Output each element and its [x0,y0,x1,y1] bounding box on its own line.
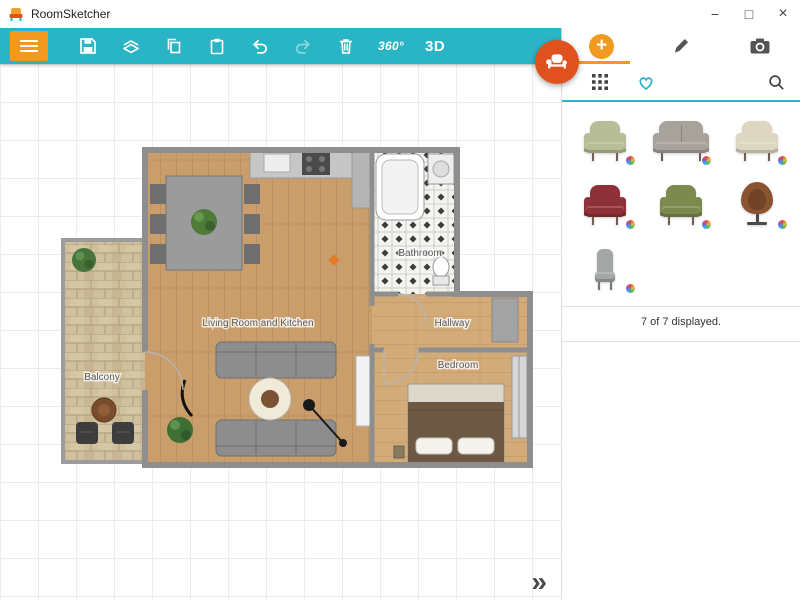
furniture-item-armchair-sage[interactable] [570,112,640,168]
plant-balcony[interactable] [72,248,96,272]
furniture-thumbnail [583,118,627,162]
furniture-thumbnail [587,246,623,290]
furniture-thumbnail [735,182,779,226]
app-icon [8,6,24,22]
grid-icon [592,74,608,90]
minimize-button[interactable]: − [698,0,732,28]
expand-panel-chevron[interactable]: » [531,568,547,596]
color-variants-dot [702,156,711,165]
arrange-layers-icon [121,36,141,56]
favorites-button[interactable] [636,73,656,91]
color-variants-dot [778,220,787,229]
view-3d-label: 3D [425,38,445,55]
furniture-grid [562,102,800,302]
heart-icon [636,73,656,91]
tab-edit[interactable] [641,28,720,64]
paste-icon [207,36,227,56]
right-panel: + [561,28,800,600]
save-icon [78,36,98,56]
bed[interactable] [394,384,504,462]
menu-button[interactable] [10,31,48,61]
furniture-item-armchair-olive[interactable] [646,176,716,232]
editor-column: 360° 3D [0,28,561,600]
furniture-thumbnail [735,118,779,162]
plus-icon: + [589,34,614,59]
results-count: 7 of 7 displayed. [562,307,800,337]
hamburger-icon [20,40,38,42]
search-button[interactable] [767,73,786,92]
view-360-button[interactable]: 360° [378,35,404,57]
save-button[interactable] [77,35,99,57]
color-variants-dot [626,284,635,293]
tab-camera[interactable] [721,28,800,64]
furniture-item-armchair-red[interactable] [570,176,640,232]
furniture-item-dining-chair-gray[interactable] [570,240,640,296]
plant-living[interactable] [167,417,193,443]
maximize-button[interactable]: □ [732,0,766,28]
divider [562,341,800,342]
furniture-category-button[interactable] [535,40,579,84]
room-label-bedroom: Bedroom [438,360,479,371]
search-icon [767,73,786,92]
furniture-item-sofa-gray[interactable] [646,112,716,168]
furniture-thumbnail [652,118,710,162]
camera-icon [749,37,771,55]
panel-subtabs [562,64,800,102]
close-button[interactable]: × [766,0,800,28]
color-variants-dot [778,156,787,165]
furniture-thumbnail [583,182,627,226]
armchair-icon [544,49,570,75]
view-3d-button[interactable]: 3D [425,35,445,57]
furniture-item-egg-chair-brown[interactable] [722,176,792,232]
copy-button[interactable] [163,35,185,57]
paste-button[interactable] [206,35,228,57]
color-variants-dot [626,220,635,229]
main-area: 360° 3D [0,28,800,600]
toolbar: 360° 3D [0,28,561,64]
furniture-item-armchair-cream[interactable] [722,112,792,168]
color-variants-dot [626,156,635,165]
app-window: RoomSketcher − □ × [0,0,800,600]
copy-icon [164,36,184,56]
arrange-button[interactable] [120,35,142,57]
delete-button[interactable] [335,35,357,57]
window-controls: − □ × [698,0,800,28]
redo-icon [293,36,313,56]
grid-view-button[interactable] [592,74,608,90]
room-label-living: Living Room and Kitchen [202,318,313,329]
furniture-thumbnail [659,182,703,226]
room-label-hallway: Hallway [434,318,469,329]
floorplan-canvas[interactable]: Living Room and Kitchen Balcony Bathroom… [0,64,561,600]
room-label-bathroom: Bathroom [398,248,441,259]
trash-icon [336,36,356,56]
room-label-balcony: Balcony [84,372,120,383]
undo-button[interactable] [249,35,271,57]
floorplan[interactable]: Living Room and Kitchen Balcony Bathroom… [0,64,561,600]
color-variants-dot [702,220,711,229]
redo-button[interactable] [292,35,314,57]
undo-icon [250,36,270,56]
window-title: RoomSketcher [31,7,110,21]
pencil-icon [671,36,691,56]
panel-tabs: + [562,28,800,64]
shelf[interactable] [356,356,370,426]
view-360-label: 360° [378,39,404,53]
titlebar: RoomSketcher − □ × [0,0,800,28]
front-door[interactable] [492,298,518,342]
